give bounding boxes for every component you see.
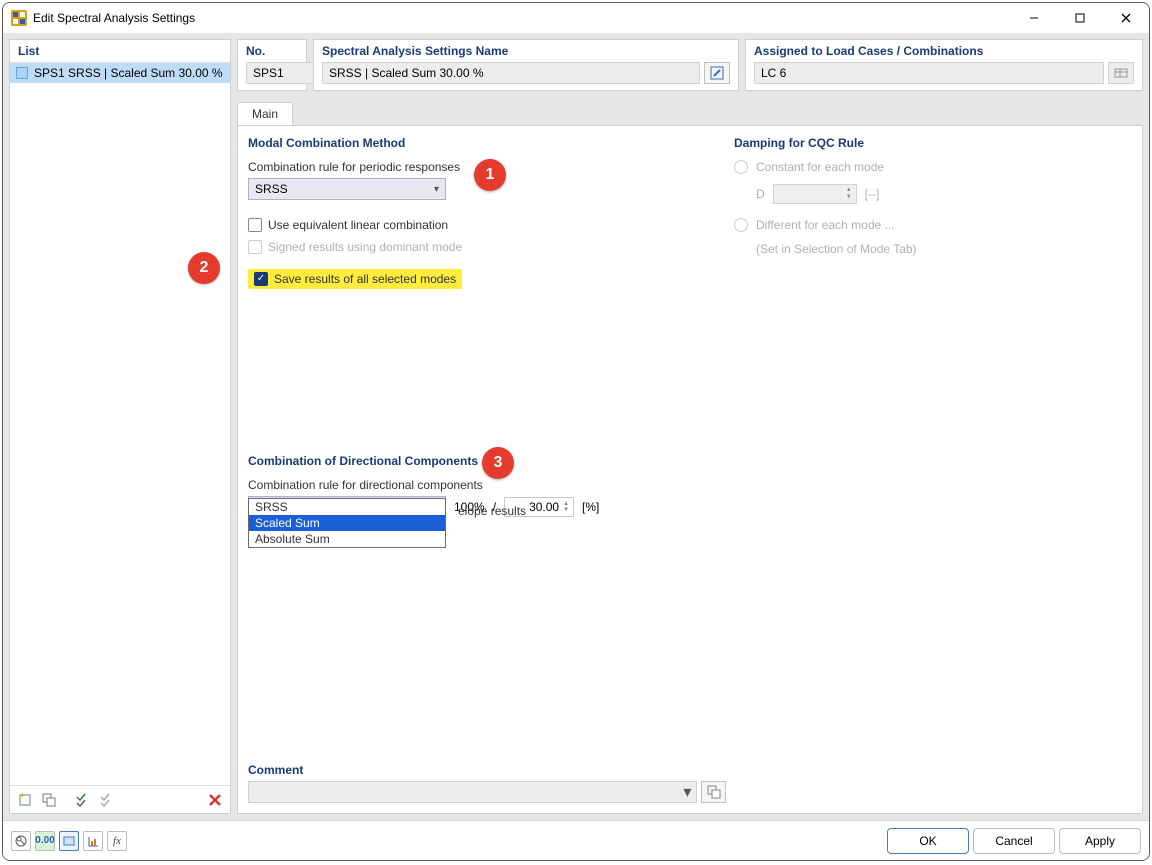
comment-input[interactable]: ▾ (248, 781, 697, 803)
dropdown-item[interactable]: SRSS (249, 499, 445, 515)
d-unit: [--] (865, 187, 880, 201)
list-panel: List SPS1 SRSS | Scaled Sum 30.00 % ✦ (9, 39, 231, 814)
delete-item-button[interactable] (204, 789, 226, 811)
maximize-button[interactable] (1057, 3, 1103, 33)
chk-save-highlighted: ✓ Save results of all selected modes (248, 269, 462, 289)
tab-main[interactable]: Main (237, 102, 293, 125)
svg-text:✦: ✦ (19, 792, 26, 800)
callout-2: 2 (188, 252, 220, 284)
dropdown-item[interactable]: Scaled Sum (249, 515, 445, 531)
damping-group: Damping for CQC Rule Constant for each m… (734, 136, 1132, 446)
chk-linear-row[interactable]: Use equivalent linear combination (248, 218, 726, 232)
directional-group: Combination of Directional Components Co… (248, 454, 726, 755)
minimize-button[interactable] (1011, 3, 1057, 33)
directional-dropdown-open: SRSS Scaled Sum Absolute Sum (248, 498, 446, 548)
damping-title: Damping for CQC Rule (734, 136, 1132, 150)
apply-label: Apply (1085, 834, 1115, 848)
radio-different-label: Different for each mode ... (756, 218, 895, 232)
cancel-label: Cancel (995, 834, 1032, 848)
radio-different-row: Different for each mode ... (734, 218, 1132, 232)
close-button[interactable] (1103, 3, 1149, 33)
partially-covered-text: elope results (458, 504, 526, 518)
chevron-down-icon: ▾ (678, 782, 696, 802)
window-title: Edit Spectral Analysis Settings (33, 11, 1011, 25)
copy-item-button[interactable] (38, 789, 60, 811)
ok-button[interactable]: OK (887, 828, 969, 854)
comment-library-button[interactable] (701, 781, 726, 803)
edit-name-button[interactable] (704, 62, 730, 84)
bottom-bar: 0.00 fx OK Cancel Apply (3, 820, 1149, 860)
view-button[interactable] (59, 831, 79, 851)
empty-bottom-right (734, 763, 1132, 803)
chk-signed-row: Signed results using dominant mode (248, 240, 726, 254)
assigned-details-button[interactable] (1108, 62, 1134, 84)
cancel-button[interactable]: Cancel (973, 828, 1055, 854)
uncheck-all-button[interactable] (96, 789, 118, 811)
pct-unit: [%] (582, 500, 599, 514)
pct2-value: 30.00 (529, 500, 559, 514)
comment-group: Comment ▾ (248, 763, 726, 803)
graph-button[interactable] (83, 831, 103, 851)
checkbox-icon (248, 218, 262, 232)
list-item[interactable]: SPS1 SRSS | Scaled Sum 30.00 % (10, 63, 230, 83)
periodic-rule-value: SRSS (255, 182, 288, 196)
list-item-icon (16, 67, 28, 79)
no-label: No. (246, 44, 298, 58)
d-input: ▲▼ (773, 184, 857, 204)
callout-1: 1 (474, 159, 506, 191)
assigned-input[interactable] (754, 62, 1104, 84)
radio-icon (734, 218, 748, 232)
app-icon (11, 10, 27, 26)
radio-different-sub: (Set in Selection of Mode Tab) (756, 242, 917, 256)
name-label: Spectral Analysis Settings Name (322, 44, 730, 58)
units-button[interactable]: 0.00 (35, 831, 55, 851)
radio-constant-label: Constant for each mode (756, 160, 884, 174)
check-all-button[interactable] (72, 789, 94, 811)
comment-title: Comment (248, 763, 726, 777)
modal-combination-title: Modal Combination Method (248, 136, 726, 150)
checkbox-icon (248, 240, 262, 254)
list-header: List (10, 40, 230, 63)
radio-icon (734, 160, 748, 174)
ok-label: OK (919, 834, 936, 848)
apply-button[interactable]: Apply (1059, 828, 1141, 854)
dropdown-item[interactable]: Absolute Sum (249, 531, 445, 547)
assigned-label: Assigned to Load Cases / Combinations (754, 44, 1134, 58)
chk-save-label: Save results of all selected modes (274, 272, 456, 286)
new-item-button[interactable]: ✦ (14, 789, 36, 811)
callout-3: 3 (482, 447, 514, 479)
list-item-label: SPS1 SRSS | Scaled Sum 30.00 % (34, 66, 223, 80)
chk-linear-label: Use equivalent linear combination (268, 218, 448, 232)
chk-signed-label: Signed results using dominant mode (268, 240, 462, 254)
help-button[interactable] (11, 831, 31, 851)
radio-constant-row: Constant for each mode (734, 160, 1132, 174)
chevron-down-icon: ▾ (434, 184, 439, 195)
periodic-rule-select[interactable]: SRSS ▾ (248, 178, 446, 200)
directional-rule-label: Combination rule for directional compone… (248, 478, 726, 492)
function-button[interactable]: fx (107, 831, 127, 851)
d-label: D (756, 187, 765, 201)
checkbox-checked-icon: ✓ (254, 272, 268, 286)
titlebar: Edit Spectral Analysis Settings (3, 3, 1149, 33)
name-input[interactable] (322, 62, 700, 84)
chk-save-row[interactable]: ✓ Save results of all selected modes (254, 272, 456, 286)
empty-right-panel (734, 454, 1132, 755)
tab-main-label: Main (252, 107, 278, 121)
